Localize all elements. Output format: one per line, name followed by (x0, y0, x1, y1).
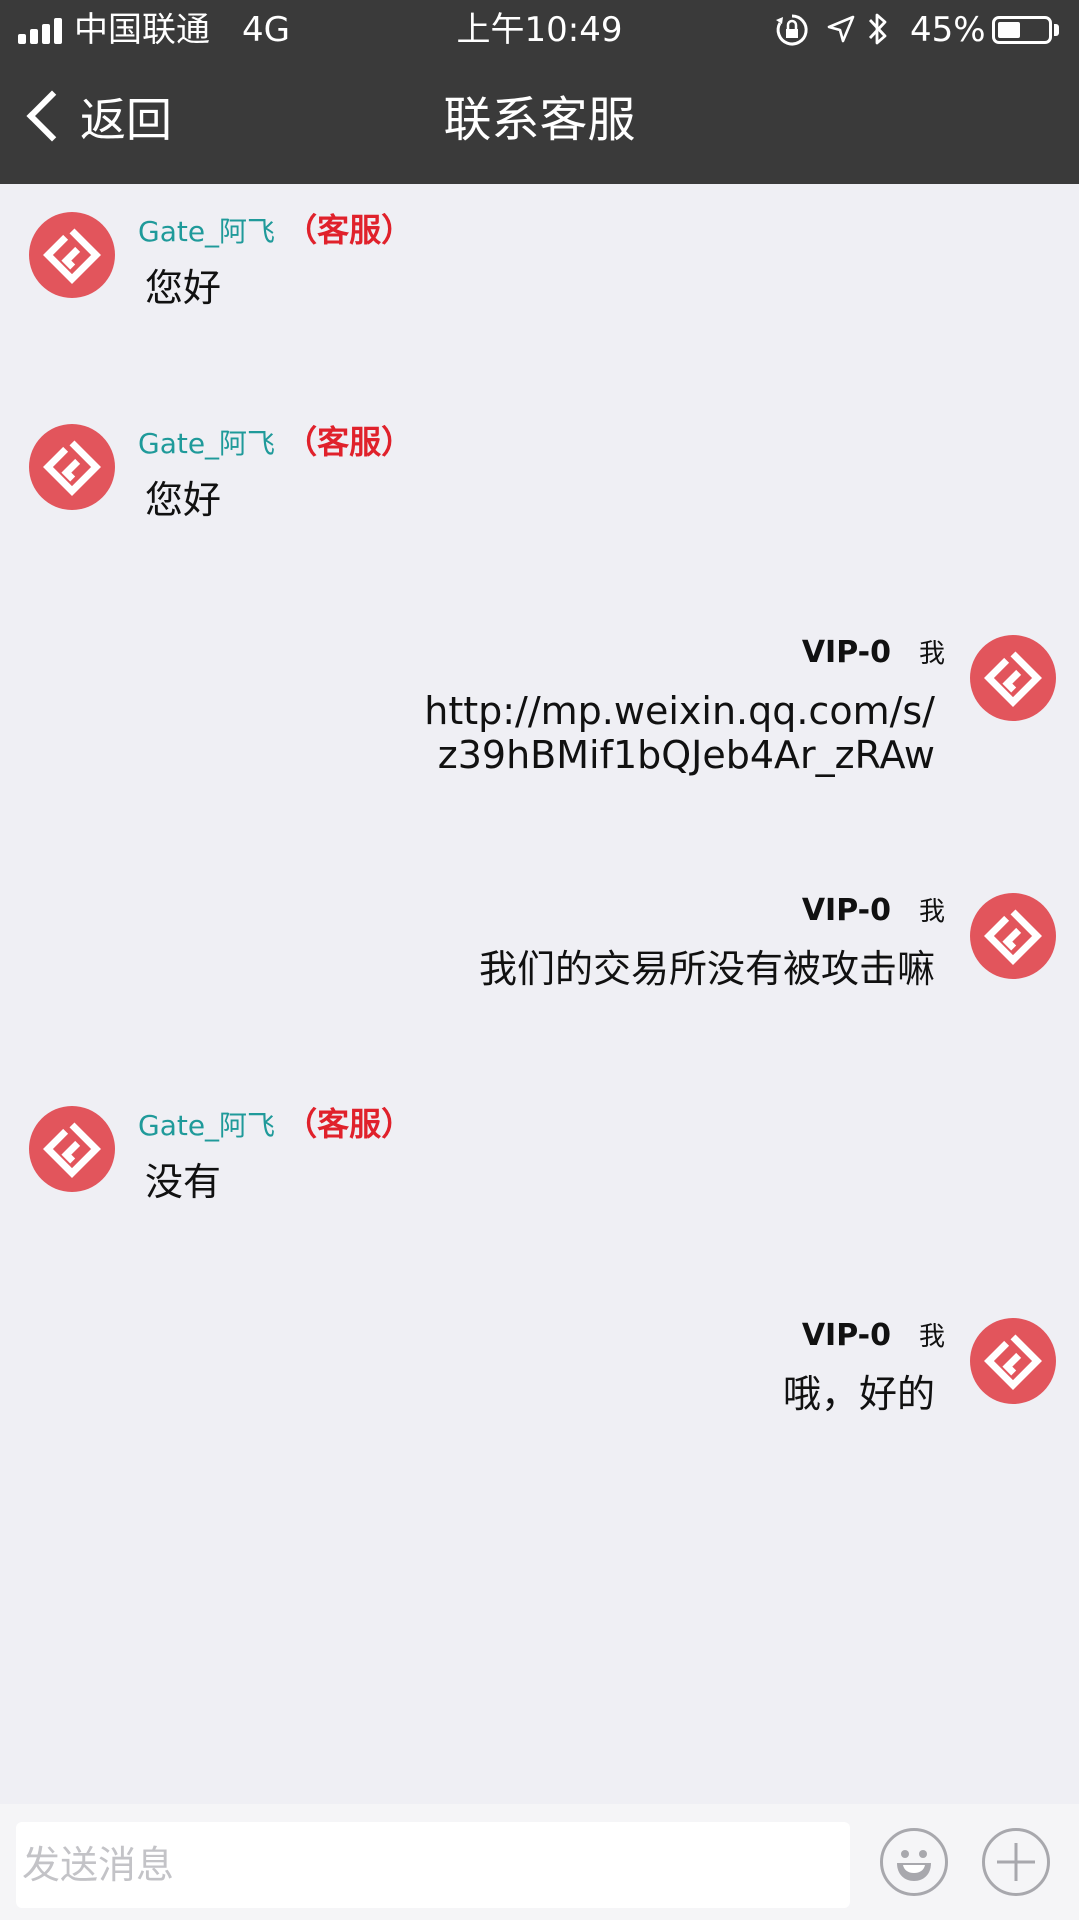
me-label: 我 (918, 1322, 945, 1352)
gate-logo-avatar[interactable] (29, 1106, 115, 1192)
battery-cap (1054, 24, 1059, 36)
emoji-button[interactable] (880, 1828, 948, 1896)
sender-name: Gate_阿飞 （客服） (138, 210, 413, 252)
bluetooth-icon (868, 13, 887, 45)
agent-role-tag: （客服） (285, 423, 414, 461)
status-bar: 中国联通 4G 上午10:49 45% (0, 0, 1079, 60)
gate-logo-avatar[interactable] (970, 893, 1056, 979)
message-item: Gate_阿飞 （客服） 您好 (0, 396, 1079, 596)
chat-area[interactable]: Gate_阿飞 （客服） 您好 Gate_阿飞 （客服） 您好 VIP-0 我 htt… (0, 184, 1079, 1804)
gate-logo-avatar[interactable] (29, 212, 115, 298)
add-more-button[interactable] (982, 1828, 1050, 1896)
sender-name: VIP-0 我 (802, 1316, 945, 1357)
message-text: 您好 (145, 478, 222, 522)
vip-level: VIP-0 (801, 893, 891, 928)
plus-icon (997, 1843, 1035, 1881)
message-text: 您好 (145, 266, 222, 310)
gate-logo-avatar[interactable] (970, 1318, 1056, 1404)
vip-level: VIP-0 (801, 1318, 891, 1353)
battery-percent: 45% (910, 10, 986, 50)
agent-role-tag: （客服） (285, 1105, 414, 1143)
message-item: Gate_阿飞 （客服） 您好 (0, 184, 1079, 384)
message-text: 没有 (145, 1160, 222, 1204)
gate-logo-avatar[interactable] (970, 635, 1056, 721)
message-item: VIP-0 我 http://mp.weixin.qq.com/s/ z39hBM… (0, 607, 1079, 847)
agent-name: Gate_阿飞 (138, 1109, 276, 1142)
battery-icon (992, 16, 1052, 44)
sender-name: VIP-0 我 (802, 891, 945, 932)
rotation-lock-icon (776, 14, 808, 46)
message-input-bar (0, 1804, 1079, 1920)
agent-name: Gate_阿飞 (138, 427, 276, 460)
location-arrow-icon (827, 15, 855, 43)
sender-name: Gate_阿飞 （客服） (138, 1104, 413, 1146)
link-line-2: z39hBMif1bQJeb4Ar_zRAw (437, 733, 935, 777)
vip-level: VIP-0 (801, 635, 891, 670)
message-item: VIP-0 我 我们的交易所没有被攻击嘛 (0, 865, 1079, 1065)
message-item: VIP-0 我 哦，好的 (0, 1290, 1079, 1490)
agent-name: Gate_阿飞 (138, 215, 276, 248)
sender-name: Gate_阿飞 （客服） (138, 422, 413, 464)
gate-logo-avatar[interactable] (29, 424, 115, 510)
page-title: 联系客服 (443, 92, 636, 148)
me-label: 我 (918, 639, 945, 669)
sender-name: VIP-0 我 (802, 633, 945, 674)
nav-bar: 返回 联系客服 (0, 60, 1079, 184)
message-item: Gate_阿飞 （客服） 没有 (0, 1078, 1079, 1278)
link-line-1: http://mp.weixin.qq.com/s/ (424, 689, 935, 733)
message-input[interactable] (16, 1822, 850, 1908)
message-text: 我们的交易所没有被攻击嘛 (478, 947, 935, 991)
message-link[interactable]: http://mp.weixin.qq.com/s/ z39hBMif1bQJe… (424, 689, 935, 777)
message-text: 哦，好的 (782, 1372, 935, 1416)
me-label: 我 (918, 897, 945, 927)
smiley-face-icon (897, 1850, 931, 1881)
agent-role-tag: （客服） (285, 211, 414, 249)
